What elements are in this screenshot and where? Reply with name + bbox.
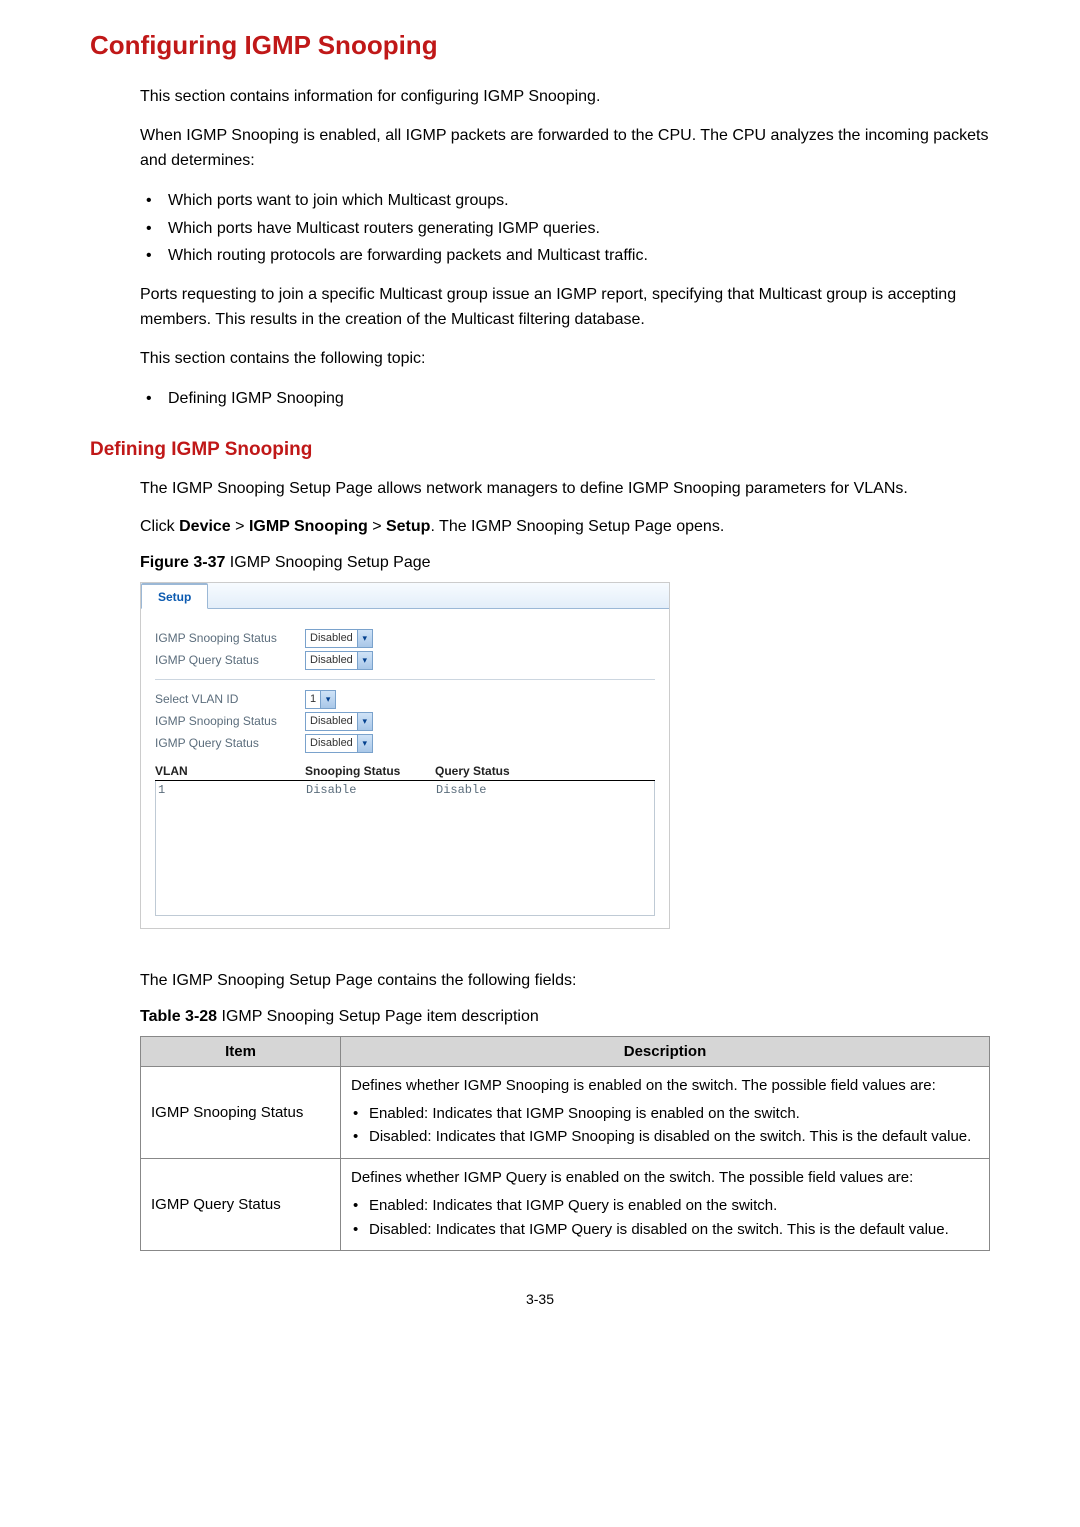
select-vlan-snooping-status[interactable]: Disabled ▾ xyxy=(305,712,373,731)
intro-paragraph-1: This section contains information for co… xyxy=(90,85,990,110)
list-item: Which ports have Multicast routers gener… xyxy=(140,215,990,242)
form-row: IGMP Snooping Status Disabled ▾ xyxy=(155,710,655,732)
page-number: 3-35 xyxy=(90,1291,990,1307)
form-row: IGMP Query Status Disabled ▾ xyxy=(155,649,655,671)
chevron-down-icon: ▾ xyxy=(357,652,372,669)
table-caption: Table 3-28 IGMP Snooping Setup Page item… xyxy=(90,1008,990,1026)
form-row: IGMP Snooping Status Disabled ▾ xyxy=(155,627,655,649)
breadcrumb-instruction: Click Device > IGMP Snooping > Setup. Th… xyxy=(90,515,990,540)
label-vlan-query-status: IGMP Query Status xyxy=(155,736,305,750)
section-paragraph-1: The IGMP Snooping Setup Page allows netw… xyxy=(90,477,990,502)
figure-number: Figure 3-37 xyxy=(140,554,225,571)
cell-snooping: Disable xyxy=(306,783,436,797)
list-item: Disabled: Indicates that IGMP Snooping i… xyxy=(351,1126,979,1148)
intro-paragraph-4: This section contains the following topi… xyxy=(90,347,990,372)
chevron-down-icon: ▾ xyxy=(357,735,372,752)
list-item: Which routing protocols are forwarding p… xyxy=(140,242,990,269)
text-fragment: > xyxy=(231,518,249,535)
breadcrumb-device: Device xyxy=(179,518,231,535)
table-row: IGMP Query Status Defines whether IGMP Q… xyxy=(141,1159,990,1251)
page-title: Configuring IGMP Snooping xyxy=(90,30,990,61)
figure-caption: Figure 3-37 IGMP Snooping Setup Page xyxy=(90,554,990,572)
breadcrumb-igmp: IGMP Snooping xyxy=(249,518,368,535)
intro-paragraph-2: When IGMP Snooping is enabled, all IGMP … xyxy=(90,124,990,174)
label-igmp-snooping-status: IGMP Snooping Status xyxy=(155,631,305,645)
form-row: IGMP Query Status Disabled ▾ xyxy=(155,732,655,754)
table-row: IGMP Snooping Status Defines whether IGM… xyxy=(141,1066,990,1158)
divider xyxy=(155,679,655,680)
select-value: 1 xyxy=(306,691,320,708)
cell-description: Defines whether IGMP Snooping is enabled… xyxy=(341,1066,990,1158)
select-value: Disabled xyxy=(306,630,357,647)
cell-item: IGMP Query Status xyxy=(141,1159,341,1251)
col-vlan: VLAN xyxy=(155,764,305,778)
tab-setup[interactable]: Setup xyxy=(141,583,208,609)
desc-text: Defines whether IGMP Query is enabled on… xyxy=(351,1169,913,1186)
col-header-description: Description xyxy=(341,1036,990,1066)
chevron-down-icon: ▾ xyxy=(357,630,372,647)
select-value: Disabled xyxy=(306,713,357,730)
breadcrumb-setup: Setup xyxy=(386,518,430,535)
list-item: Which ports want to join which Multicast… xyxy=(140,187,990,214)
list-item: Enabled: Indicates that IGMP Snooping is… xyxy=(351,1103,979,1125)
desc-list: Enabled: Indicates that IGMP Query is en… xyxy=(351,1195,979,1241)
table-title: IGMP Snooping Setup Page item descriptio… xyxy=(217,1008,539,1025)
chevron-down-icon: ▾ xyxy=(320,691,335,708)
label-vlan-snooping-status: IGMP Snooping Status xyxy=(155,714,305,728)
intro-bullet-list-a: Which ports want to join which Multicast… xyxy=(90,187,990,269)
setup-panel-screenshot: Setup IGMP Snooping Status Disabled ▾ IG… xyxy=(140,582,670,929)
list-item: Enabled: Indicates that IGMP Query is en… xyxy=(351,1195,979,1217)
col-header-item: Item xyxy=(141,1036,341,1066)
text-fragment: Click xyxy=(140,518,179,535)
table-row[interactable]: 1 Disable Disable xyxy=(156,781,654,797)
cell-item: IGMP Snooping Status xyxy=(141,1066,341,1158)
text-fragment: . The IGMP Snooping Setup Page opens. xyxy=(430,518,724,535)
table-number: Table 3-28 xyxy=(140,1008,217,1025)
figure-title: IGMP Snooping Setup Page xyxy=(225,554,430,571)
select-value: Disabled xyxy=(306,735,357,752)
form-row: Select VLAN ID 1 ▾ xyxy=(155,688,655,710)
section-title: Defining IGMP Snooping xyxy=(90,439,990,461)
list-item: Disabled: Indicates that IGMP Query is d… xyxy=(351,1219,979,1241)
select-igmp-query-status[interactable]: Disabled ▾ xyxy=(305,651,373,670)
desc-text: Defines whether IGMP Snooping is enabled… xyxy=(351,1077,936,1094)
cell-vlan: 1 xyxy=(156,783,306,797)
text-fragment: > xyxy=(368,518,386,535)
cell-query: Disable xyxy=(436,783,566,797)
select-vlan-id[interactable]: 1 ▾ xyxy=(305,690,336,709)
after-figure-text: The IGMP Snooping Setup Page contains th… xyxy=(90,969,990,994)
grid-header: VLAN Snooping Status Query Status xyxy=(155,764,655,781)
intro-paragraph-3: Ports requesting to join a specific Mult… xyxy=(90,283,990,333)
label-select-vlan-id: Select VLAN ID xyxy=(155,692,305,706)
cell-description: Defines whether IGMP Query is enabled on… xyxy=(341,1159,990,1251)
list-item: Defining IGMP Snooping xyxy=(140,385,990,412)
col-snooping-status: Snooping Status xyxy=(305,764,435,778)
select-value: Disabled xyxy=(306,652,357,669)
select-igmp-snooping-status[interactable]: Disabled ▾ xyxy=(305,629,373,648)
label-igmp-query-status: IGMP Query Status xyxy=(155,653,305,667)
select-vlan-query-status[interactable]: Disabled ▾ xyxy=(305,734,373,753)
grid-body: 1 Disable Disable xyxy=(155,781,655,916)
chevron-down-icon: ▾ xyxy=(357,713,372,730)
tab-bar: Setup xyxy=(141,583,669,609)
col-query-status: Query Status xyxy=(435,764,565,778)
intro-bullet-list-b: Defining IGMP Snooping xyxy=(90,385,990,412)
description-table: Item Description IGMP Snooping Status De… xyxy=(140,1036,990,1252)
desc-list: Enabled: Indicates that IGMP Snooping is… xyxy=(351,1103,979,1149)
